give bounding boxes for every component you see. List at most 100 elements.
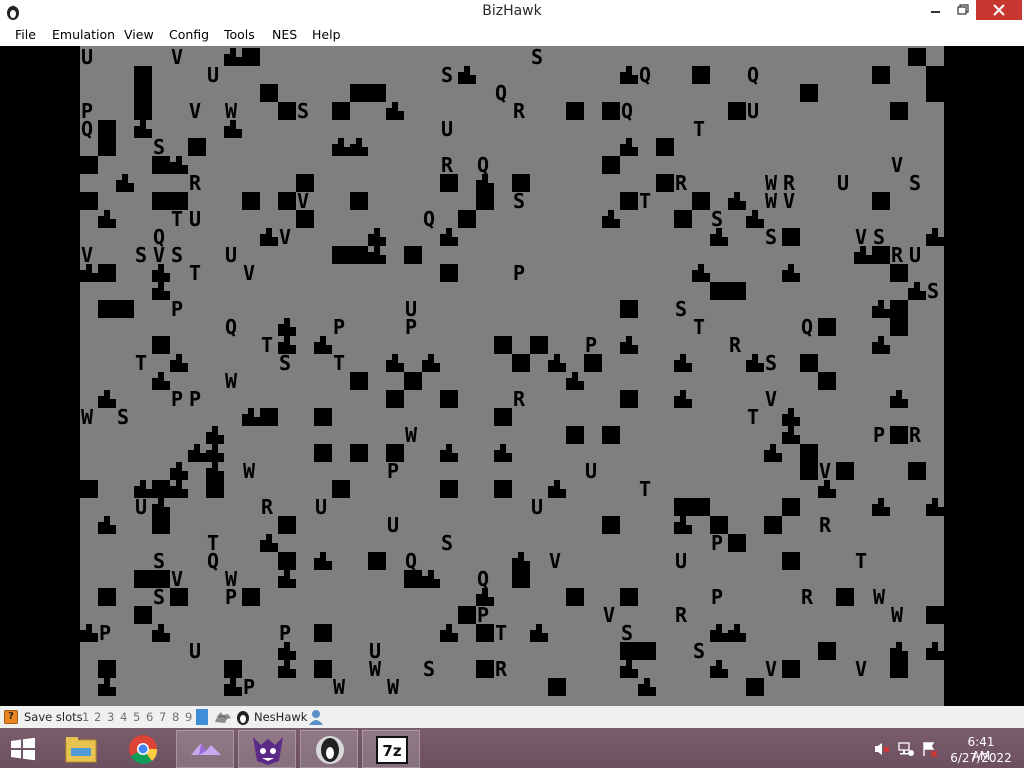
save-slot-2[interactable]: 2 bbox=[94, 710, 101, 724]
svg-text:V: V bbox=[189, 99, 201, 123]
svg-text:Q: Q bbox=[621, 99, 633, 123]
volume-muted-icon[interactable] bbox=[874, 741, 890, 757]
save-slots-label: Save slots bbox=[24, 710, 83, 724]
svg-text:R: R bbox=[495, 657, 508, 681]
network-icon[interactable] bbox=[898, 741, 914, 757]
svg-text:P: P bbox=[99, 621, 111, 645]
menu-nes[interactable]: NES bbox=[272, 27, 297, 42]
svg-text:P: P bbox=[333, 315, 345, 339]
taskbar-7zip[interactable]: 7z bbox=[362, 730, 420, 768]
svg-text:V: V bbox=[279, 225, 291, 249]
svg-text:W: W bbox=[405, 423, 418, 447]
save-slot-6[interactable]: 6 bbox=[146, 710, 153, 724]
save-slot-3[interactable]: 3 bbox=[107, 710, 114, 724]
svg-text:U: U bbox=[225, 243, 237, 267]
svg-text:P: P bbox=[387, 459, 399, 483]
svg-text:S: S bbox=[909, 171, 921, 195]
svg-text:P: P bbox=[513, 261, 525, 285]
svg-text:U: U bbox=[207, 63, 219, 87]
save-slot-7[interactable]: 7 bbox=[159, 710, 166, 724]
menu-tools[interactable]: Tools bbox=[224, 27, 255, 42]
svg-text:S: S bbox=[927, 279, 939, 303]
save-slot-4[interactable]: 4 bbox=[120, 710, 127, 724]
svg-text:V: V bbox=[171, 46, 183, 69]
svg-text:U: U bbox=[189, 207, 201, 231]
svg-text:S: S bbox=[153, 549, 165, 573]
menu-file[interactable]: File bbox=[15, 27, 36, 42]
svg-text:T: T bbox=[261, 333, 273, 357]
svg-text:R: R bbox=[801, 585, 814, 609]
svg-text:R: R bbox=[441, 153, 454, 177]
svg-text:P: P bbox=[585, 333, 597, 357]
svg-text:T: T bbox=[693, 117, 705, 141]
action-center-flag-icon[interactable] bbox=[922, 741, 938, 757]
svg-text:U: U bbox=[531, 495, 543, 519]
warning-icon[interactable]: ? bbox=[4, 710, 18, 724]
taskbar-mascot-app[interactable] bbox=[238, 730, 296, 768]
taskbar-file-explorer[interactable] bbox=[52, 730, 110, 768]
svg-text:T: T bbox=[693, 315, 705, 339]
svg-text:P: P bbox=[711, 585, 723, 609]
svg-text:U: U bbox=[189, 639, 201, 663]
save-slot-1[interactable]: 1 bbox=[82, 710, 89, 724]
svg-text:Q: Q bbox=[405, 549, 417, 573]
save-slot-8[interactable]: 8 bbox=[172, 710, 179, 724]
svg-text:P: P bbox=[171, 297, 183, 321]
svg-text:P: P bbox=[171, 387, 183, 411]
save-slot-9[interactable]: 9 bbox=[185, 710, 192, 724]
svg-text:S: S bbox=[441, 531, 453, 555]
title-bar[interactable]: BizHawk bbox=[0, 0, 1024, 24]
app-mascot-icon bbox=[253, 737, 283, 765]
clock-date[interactable]: 6/27/2022 bbox=[950, 751, 1012, 765]
svg-text:R: R bbox=[261, 495, 274, 519]
svg-text:W: W bbox=[387, 675, 400, 699]
nes-game-screen[interactable]: U V SU S Q QQP V W S R Q UQ U TSR Q VR R W R U SV S T W VT U Q SQ V S… bbox=[80, 46, 944, 706]
menu-emulation[interactable]: Emulation bbox=[52, 27, 115, 42]
minimize-button[interactable] bbox=[920, 0, 950, 20]
svg-text:S: S bbox=[873, 225, 885, 249]
menu-view[interactable]: View bbox=[124, 27, 154, 42]
save-slot-0-selected[interactable]: 0 bbox=[196, 709, 208, 725]
svg-text:S: S bbox=[171, 243, 183, 267]
svg-text:Q: Q bbox=[477, 153, 489, 177]
svg-text:S: S bbox=[765, 225, 777, 249]
file-explorer-icon bbox=[65, 737, 97, 763]
svg-text:W: W bbox=[333, 675, 346, 699]
app-purple-icon bbox=[191, 743, 221, 755]
svg-text:R: R bbox=[675, 603, 688, 627]
svg-text:S: S bbox=[297, 99, 309, 123]
svg-text:S: S bbox=[117, 405, 129, 429]
svg-text:T: T bbox=[189, 261, 201, 285]
menu-config[interactable]: Config bbox=[169, 27, 209, 42]
svg-text:R: R bbox=[189, 171, 202, 195]
taskbar-purple-app[interactable] bbox=[176, 730, 234, 768]
7zip-icon: 7z bbox=[376, 736, 408, 764]
svg-text:R: R bbox=[819, 513, 832, 537]
wolf-icon[interactable] bbox=[214, 710, 232, 724]
svg-text:R: R bbox=[909, 423, 922, 447]
bizhawk-icon bbox=[316, 736, 344, 764]
svg-text:R: R bbox=[513, 99, 526, 123]
svg-text:S: S bbox=[153, 135, 165, 159]
windows-start-icon[interactable] bbox=[8, 737, 38, 761]
svg-text:U: U bbox=[81, 46, 93, 69]
svg-text:W: W bbox=[765, 189, 778, 213]
close-button[interactable] bbox=[976, 0, 1022, 20]
bizhawk-core-icon[interactable] bbox=[236, 709, 250, 725]
svg-text:U: U bbox=[387, 513, 399, 537]
save-slot-5[interactable]: 5 bbox=[133, 710, 140, 724]
user-icon[interactable] bbox=[309, 709, 323, 725]
taskbar-chrome[interactable] bbox=[114, 730, 172, 768]
svg-text:S: S bbox=[441, 63, 453, 87]
restore-button[interactable] bbox=[948, 0, 978, 20]
menu-help[interactable]: Help bbox=[312, 27, 341, 42]
emulator-display[interactable]: UVSUSQQQPVWSRQUQUTSRQVRRWRUSVSTWVTUQSQVS… bbox=[0, 46, 1024, 706]
svg-text:Q: Q bbox=[495, 81, 507, 105]
svg-text:P: P bbox=[243, 675, 255, 699]
core-name-label: NesHawk bbox=[254, 710, 308, 724]
taskbar-bizhawk[interactable] bbox=[300, 730, 358, 768]
svg-text:V: V bbox=[819, 459, 831, 483]
svg-text:W: W bbox=[891, 603, 904, 627]
svg-text:W: W bbox=[225, 369, 238, 393]
svg-text:V: V bbox=[891, 153, 903, 177]
